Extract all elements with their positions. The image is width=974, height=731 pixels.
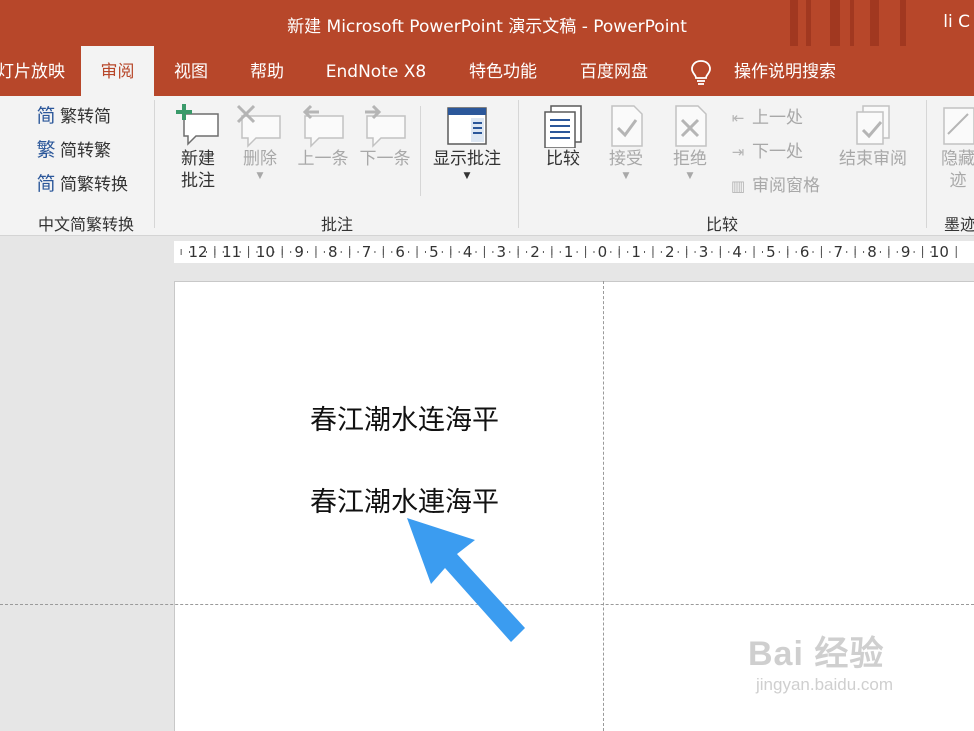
next-change-icon: ⇥ — [731, 143, 745, 161]
end-review-button[interactable]: 结束审阅 — [834, 104, 912, 170]
group-separator — [518, 100, 519, 228]
ruler-label: 7 — [834, 243, 844, 261]
tab-slideshow[interactable]: 灯片放映 — [0, 46, 66, 96]
to-traditional-button[interactable]: 繁简转繁 — [34, 136, 111, 164]
previous-comment-button[interactable]: 上一条 — [294, 104, 352, 170]
group-separator — [154, 100, 155, 228]
end-review-icon — [856, 105, 890, 145]
inner-separator — [420, 106, 421, 196]
chevron-down-icon: ▼ — [622, 171, 630, 181]
lightbulb-icon[interactable] — [686, 46, 716, 96]
ruler-label: 3 — [497, 243, 507, 261]
ruler-label: 9 — [901, 243, 911, 261]
hide-ink-button[interactable]: 隐藏 迹 — [936, 104, 974, 192]
to-simplified-button[interactable]: 简繁转简 — [34, 102, 111, 130]
previous-comment-icon — [302, 104, 344, 148]
show-comments-icon — [447, 107, 487, 145]
ruler-label: 6 — [395, 243, 405, 261]
window-title: 新建 Microsoft PowerPoint 演示文稿 - PowerPoin… — [287, 17, 687, 37]
ribbon-tabs: 灯片放映 审阅 视图 帮助 EndNote X8 特色功能 百度网盘 操作说明搜… — [0, 46, 974, 96]
next-comment-icon — [365, 104, 406, 148]
ruler-label: 6 — [800, 243, 810, 261]
chinese-conversion-icon: 简 — [36, 173, 56, 195]
accept-icon — [611, 105, 643, 147]
ruler-label: 10 — [930, 243, 949, 261]
chinese-conversion-button[interactable]: 简简繁转换 — [34, 170, 128, 198]
ruler-label: 12 — [188, 243, 207, 261]
ruler-label: 1 — [631, 243, 641, 261]
vertical-guide — [603, 281, 604, 731]
ruler-label: 8 — [867, 243, 877, 261]
accept-button[interactable]: 接受 ▼ — [600, 104, 652, 182]
ruler-label: 2 — [665, 243, 675, 261]
ribbon: 简繁转简 繁简转繁 简简繁转换 中文简繁转换 新建 批注 删除 ▼ 上一条 下一… — [0, 96, 974, 236]
tab-baidu-netdisk[interactable]: 百度网盘 — [566, 46, 662, 96]
next-change-button[interactable]: ⇥ 下一处 — [726, 138, 803, 166]
ruler-label: 0 — [598, 243, 608, 261]
ruler-label: 4 — [463, 243, 473, 261]
ruler-label: 2 — [530, 243, 540, 261]
tab-special-features[interactable]: 特色功能 — [456, 46, 550, 96]
delete-comment-button[interactable]: 删除 ▼ — [234, 104, 286, 182]
horizontal-ruler: 12 11 10 9 8 7 6 5 4 3 2 1 0 1 2 3 4 5 6 7 8 9 10 — [174, 241, 974, 263]
ruler-label: 5 — [429, 243, 439, 261]
ruler-label: 3 — [699, 243, 709, 261]
title-bar: 新建 Microsoft PowerPoint 演示文稿 - PowerPoin… — [0, 0, 974, 46]
ruler-label: 5 — [766, 243, 776, 261]
reject-icon — [675, 105, 707, 147]
new-comment-icon — [176, 104, 219, 146]
tab-endnote[interactable]: EndNote X8 — [316, 46, 436, 96]
slide-text-simplified[interactable]: 春江潮水连海平 — [310, 398, 499, 437]
chevron-down-icon: ▼ — [463, 171, 471, 181]
show-comments-button[interactable]: 显示批注 ▼ — [428, 104, 506, 182]
ruler-label: 8 — [328, 243, 338, 261]
ruler-label: 9 — [294, 243, 304, 261]
compare-button[interactable]: 比较 — [536, 104, 590, 170]
hide-ink-icon — [943, 107, 974, 145]
account-name[interactable]: li C — [943, 12, 970, 32]
simplified-to-traditional-icon: 繁 — [36, 139, 56, 161]
group-label-comments: 批注 — [320, 215, 353, 234]
annotation-arrow-icon — [407, 518, 525, 642]
reject-button[interactable]: 拒绝 ▼ — [664, 104, 716, 182]
ruler-label: 7 — [362, 243, 372, 261]
baidu-watermark: Bai 经验 jingyan.baidu.com — [748, 635, 894, 694]
previous-change-icon: ⇤ — [731, 109, 745, 127]
next-comment-button[interactable]: 下一条 — [356, 104, 414, 170]
ruler-label: 4 — [732, 243, 742, 261]
previous-change-button[interactable]: ⇤ 上一处 — [726, 104, 803, 132]
tab-review[interactable]: 审阅 — [81, 46, 154, 96]
delete-comment-icon — [236, 104, 281, 148]
ruler-label: 10 — [256, 243, 275, 261]
reviewing-pane-icon: ▥ — [730, 177, 746, 195]
reviewing-pane-button[interactable]: ▥ 审阅窗格 — [726, 172, 820, 200]
chevron-down-icon: ▼ — [256, 171, 264, 181]
compare-icon — [544, 105, 582, 148]
tab-help[interactable]: 帮助 — [236, 46, 298, 96]
traditional-to-simplified-icon: 简 — [36, 105, 56, 127]
group-label-compare: 比较 — [705, 215, 738, 234]
new-comment-button[interactable]: 新建 批注 — [168, 104, 228, 192]
group-label-ink: 墨迹 — [944, 215, 974, 234]
group-label-chinese-conversion: 中文简繁转换 — [37, 215, 134, 234]
chevron-down-icon: ▼ — [686, 171, 694, 181]
tell-me-search[interactable]: 操作说明搜索 — [728, 46, 842, 96]
group-separator — [926, 100, 927, 228]
ruler-label: 11 — [222, 243, 241, 261]
tab-view[interactable]: 视图 — [160, 46, 222, 96]
ruler-label: 1 — [564, 243, 574, 261]
